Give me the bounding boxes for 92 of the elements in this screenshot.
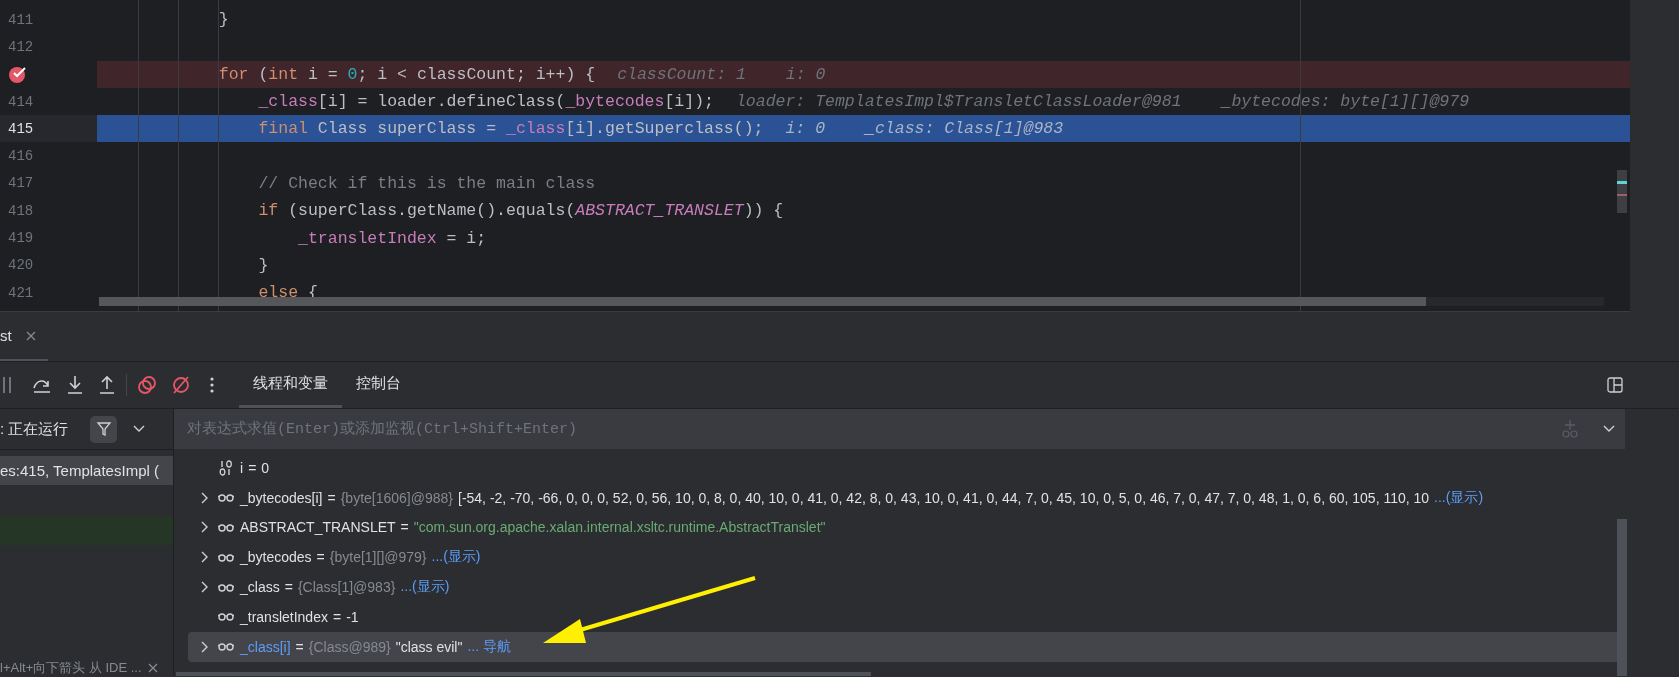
variable-type: {Class[1]@983} — [297, 579, 396, 596]
line-number: 419 — [8, 230, 34, 246]
close-icon[interactable] — [147, 663, 158, 673]
variable-value: "class evil" — [395, 638, 463, 655]
assignment-operator: = — [295, 638, 304, 655]
hint-text: l+Alt+向下箭头 从 IDE ... — [0, 659, 142, 676]
step-out-icon[interactable] — [98, 375, 116, 395]
error-stripe-marker[interactable] — [1617, 170, 1627, 213]
variable-row[interactable]: i = 0 — [176, 453, 1614, 483]
variable-row[interactable]: _bytecodes = {byte[1][]@979} ...(显示) — [176, 542, 1614, 573]
inline-value-hint: classCount: 1 — [617, 64, 746, 84]
variable-name: _class — [240, 579, 280, 596]
chevron-right-icon[interactable] — [200, 640, 208, 653]
glasses-icon — [218, 642, 234, 652]
variable-value: -1 — [346, 608, 359, 625]
glasses-icon — [218, 612, 234, 622]
glasses-icon — [218, 493, 234, 503]
variable-value: 0 — [261, 459, 270, 476]
code-line: } — [217, 10, 229, 30]
filter-button[interactable] — [90, 415, 118, 443]
line-number: 421 — [8, 284, 34, 301]
line-number: 412 — [8, 38, 34, 55]
line-number: 411 — [8, 11, 34, 28]
assignment-operator: = — [332, 608, 342, 625]
frame-label: es:415, TemplatesImpl ( — [0, 462, 159, 479]
code-line: // Check if this is the main class — [257, 173, 596, 193]
breakpoints-icon[interactable] — [137, 375, 157, 395]
line-number: 414 — [8, 93, 34, 110]
variable-link[interactable]: ...(显示) — [431, 548, 481, 567]
frame-row[interactable]: es:415, TemplatesImpl ( — [0, 456, 173, 485]
glasses-icon — [218, 552, 234, 562]
layout-icon[interactable] — [1607, 377, 1623, 393]
filter-icon — [95, 421, 112, 437]
variable-name: ABSTRACT_TRANSLET — [240, 519, 396, 536]
line-number: 416 — [8, 148, 34, 165]
variable-type: {Class@989} — [308, 638, 391, 655]
line-number: 418 — [8, 202, 34, 219]
inline-value-hint: i: 0 — [785, 119, 826, 139]
variable-value: [-54, -2, -70, -66, 0, 0, 0, 52, 0, 56, 10, 0, 8, 0, 40, 10, 0, 41, 0, 42, 8, 0, 43, 10, 0, 41, 0, 44, 7, 0, 45, 10, 0, 5, 0, 46, 7, 0, 47, 7, 0, 48, 1, 0, 6, 60, 105, 110, 10 — [458, 489, 1430, 506]
glasses-icon — [218, 582, 234, 592]
variable-type: {byte[1606]@988} — [340, 489, 453, 506]
assignment-operator: = — [400, 519, 409, 536]
close-icon[interactable] — [25, 330, 36, 341]
variable-row[interactable]: _class = {Class[1]@983} ...(显示) — [176, 572, 1614, 602]
expression-field[interactable]: 对表达式求值(Enter)或添加监视(Ctrl+Shift+Enter) — [174, 409, 1551, 449]
variable-row[interactable]: ABSTRACT_TRANSLET = "com.sun.org.apache.xalan.internal.xsltc.runtime.AbstractTranslet" — [176, 512, 1614, 543]
glasses-icon — [218, 523, 234, 532]
inline-value-hint: loader: TemplatesImpl$TransletClassLoader@981 — [735, 92, 1182, 112]
chevron-right-icon[interactable] — [200, 581, 208, 594]
variable-name: i — [240, 459, 244, 476]
line-number: 415 — [8, 120, 34, 137]
horizontal-scrollbar[interactable] — [99, 297, 1604, 306]
variable-name: _class[i] — [240, 638, 291, 655]
chevron-right-icon[interactable] — [200, 491, 208, 504]
inline-value-hint: i: 0 — [785, 64, 826, 84]
line-number: 420 — [8, 257, 34, 274]
pause-icon[interactable] — [2, 376, 12, 394]
code-line: } — [257, 255, 269, 275]
assignment-operator: = — [316, 549, 325, 566]
chevron-right-icon[interactable] — [200, 521, 208, 534]
assignment-operator: = — [327, 489, 336, 506]
variable-link[interactable]: ... 导航 — [467, 637, 511, 656]
horizontal-scrollbar[interactable] — [176, 672, 871, 676]
mute-breakpoints-icon[interactable] — [171, 375, 191, 395]
chevron-right-icon[interactable] — [200, 551, 208, 564]
variable-type: {byte[1][]@979} — [329, 549, 427, 566]
line-number: 417 — [8, 175, 34, 192]
panel-tab[interactable]: 控制台 — [342, 362, 415, 408]
code-line: _transletIndex = i; — [297, 228, 487, 248]
assignment-operator: = — [284, 579, 293, 596]
inline-value-hint: _class: Class[1]@983 — [865, 119, 1064, 139]
vertical-scrollbar[interactable] — [1617, 519, 1627, 676]
code-line: final Class superClass = _class[i].getSuperclass(); — [257, 119, 764, 139]
binary-digits-icon — [219, 459, 233, 476]
chevron-down-icon[interactable] — [133, 425, 146, 433]
variable-link[interactable]: ...(显示) — [400, 578, 450, 597]
variable-link[interactable]: ...(显示) — [1434, 488, 1484, 507]
chevron-down-icon[interactable] — [1603, 425, 1615, 433]
variable-name: _bytecodes[i] — [240, 489, 323, 506]
step-into-icon[interactable] — [66, 375, 84, 395]
variable-name: _transletIndex — [240, 608, 328, 625]
code-line: if (superClass.getName().equals(ABSTRACT_TRANSLET)) { — [257, 201, 784, 221]
variable-name: _bytecodes — [240, 549, 312, 566]
variable-value: "com.sun.org.apache.xalan.internal.xsltc.runtime.AbstractTranslet" — [413, 519, 826, 536]
code-line: for (int i = 0; i < classCount; i++) { — [217, 64, 596, 84]
code-line: _class[i] = loader.defineClass(_bytecodes[i]); — [257, 92, 714, 112]
assignment-operator: = — [248, 459, 257, 476]
tool-window-tab[interactable]: st — [0, 327, 12, 344]
more-icon[interactable] — [209, 376, 215, 394]
inline-value-hint: _bytecodes: byte[1][]@979 — [1221, 92, 1470, 112]
thread-status[interactable]: : 正在运行 — [0, 419, 69, 439]
variable-row[interactable]: _transletIndex = -1 — [176, 602, 1614, 632]
